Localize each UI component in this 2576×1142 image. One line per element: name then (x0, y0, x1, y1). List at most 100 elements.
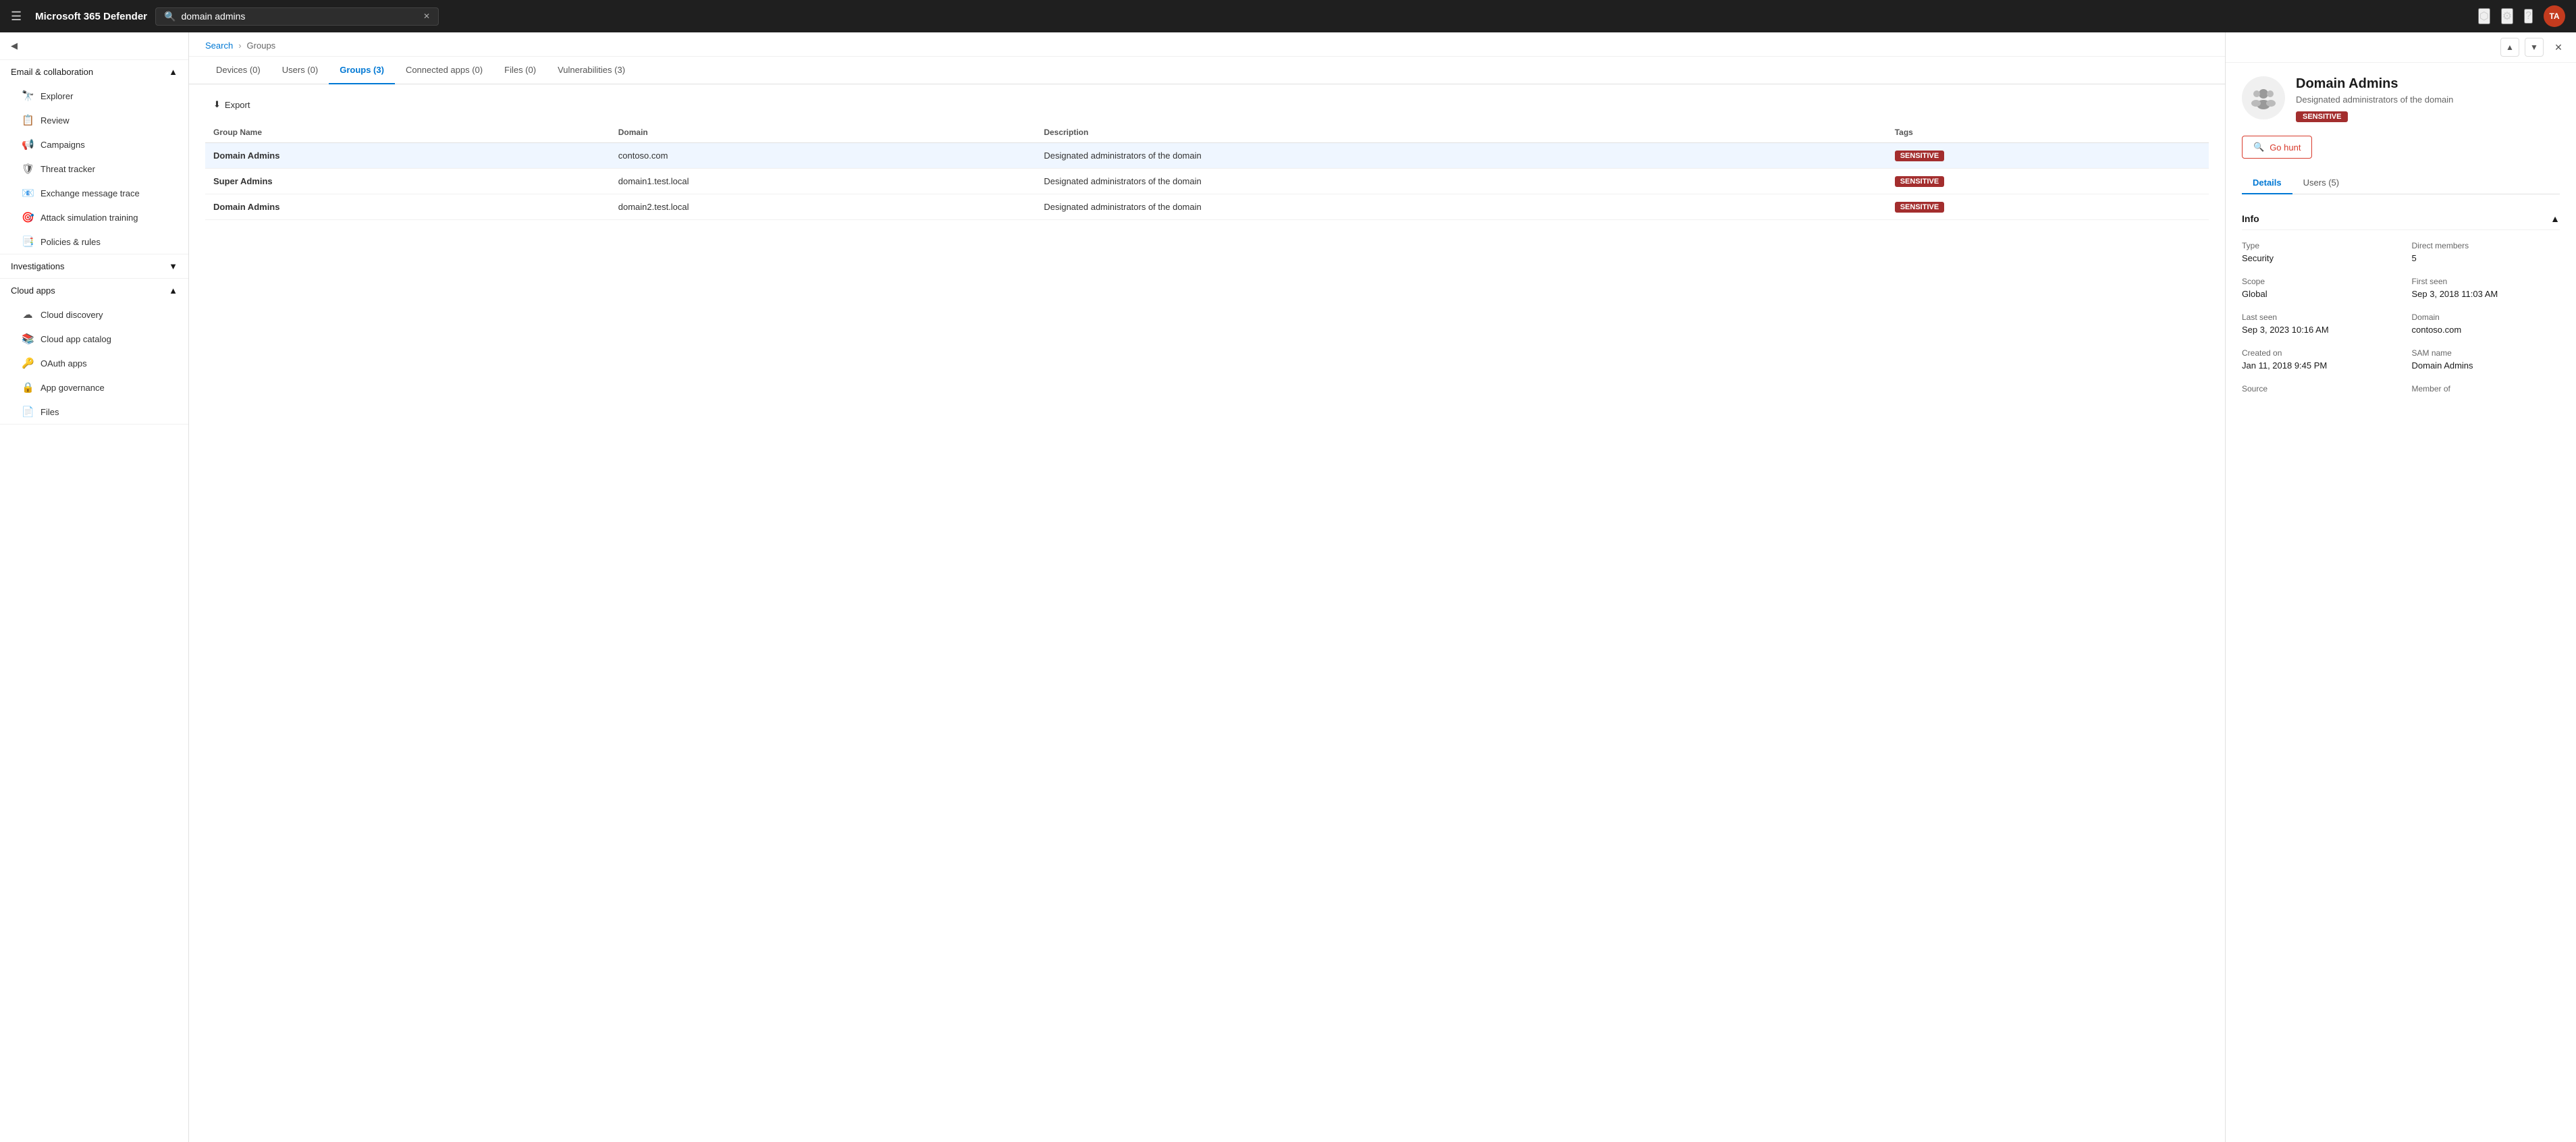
field-domain-label: Domain (2412, 312, 2560, 322)
sidebar-item-campaigns[interactable]: 📢 Campaigns (0, 132, 188, 157)
chevron-down-icon: ▼ (169, 261, 178, 271)
export-icon: ⬇ (213, 99, 221, 110)
field-sam-name: SAM name Domain Admins (2412, 348, 2560, 371)
cloud-discovery-icon: ☁ (22, 308, 34, 321)
breadcrumb-search[interactable]: Search (205, 40, 233, 51)
sidebar-collapse-btn[interactable]: ◀ (0, 32, 188, 60)
table-row[interactable]: Domain Admins domain2.test.local Designa… (205, 194, 2209, 220)
sidebar-item-threat-tracker[interactable]: 🛡 Threat tracker (0, 157, 188, 181)
field-last-seen: Last seen Sep 3, 2023 10:16 AM (2242, 312, 2390, 335)
col-group-name[interactable]: Group Name (205, 122, 610, 143)
threat-tracker-icon: 🛡 (22, 163, 34, 175)
detail-subtitle: Designated administrators of the domain (2296, 94, 2453, 105)
table-area: ⬇ Export Group Name Domain Description T… (189, 84, 2225, 1142)
sidebar-section-header-investigations[interactable]: Investigations ▼ (0, 254, 188, 278)
col-domain[interactable]: Domain (610, 122, 1036, 143)
col-tags[interactable]: Tags (1887, 122, 2209, 143)
go-hunt-icon: 🔍 (2253, 142, 2264, 153)
sidebar-item-cloud-app-catalog[interactable]: 📚 Cloud app catalog (0, 327, 188, 351)
detail-close-button[interactable]: ✕ (2549, 38, 2568, 57)
chevron-up-icon: ▲ (169, 67, 178, 77)
hamburger-menu[interactable]: ☰ (11, 9, 22, 24)
sidebar-item-label: Cloud app catalog (41, 334, 111, 344)
sidebar-item-explorer[interactable]: 🔭 Explorer (0, 84, 188, 108)
tab-users[interactable]: Users (0) (271, 57, 329, 84)
detail-next-button[interactable]: ▼ (2525, 38, 2544, 57)
breadcrumb-groups: Groups (247, 40, 276, 51)
sensitive-badge: SENSITIVE (1895, 151, 1944, 161)
detail-body: Domain Admins Designated administrators … (2226, 63, 2576, 1142)
tab-connected-apps[interactable]: Connected apps (0) (395, 57, 493, 84)
search-input[interactable] (181, 11, 418, 22)
sidebar-item-review[interactable]: 📋 Review (0, 108, 188, 132)
global-search-bar[interactable]: 🔍 ✕ (155, 7, 439, 26)
review-icon: 📋 (22, 114, 34, 126)
detail-panel: ▲ ▼ ✕ (2225, 32, 2576, 1142)
field-type-label: Type (2242, 241, 2390, 250)
field-created-on: Created on Jan 11, 2018 9:45 PM (2242, 348, 2390, 371)
help-icon[interactable]: ? (2524, 9, 2533, 24)
sidebar-section-header-email[interactable]: Email & collaboration ▲ (0, 60, 188, 84)
app-governance-icon: 🔒 (22, 381, 34, 393)
settings-icon[interactable]: ⚙ (2501, 8, 2513, 24)
sidebar-item-exchange-message-trace[interactable]: 📧 Exchange message trace (0, 181, 188, 205)
go-hunt-label: Go hunt (2270, 142, 2301, 153)
content-area: Search › Groups Devices (0) Users (0) Gr… (189, 32, 2576, 1142)
sidebar-item-label: Attack simulation training (41, 213, 138, 223)
table-row[interactable]: Super Admins domain1.test.local Designat… (205, 169, 2209, 194)
field-domain: Domain contoso.com (2412, 312, 2560, 335)
sidebar-item-oauth-apps[interactable]: 🔑 OAuth apps (0, 351, 188, 375)
tab-vulnerabilities[interactable]: Vulnerabilities (3) (547, 57, 636, 84)
sidebar-section-label-cloud-apps: Cloud apps (11, 286, 55, 296)
tab-devices[interactable]: Devices (0) (205, 57, 271, 84)
breadcrumb-separator: › (238, 40, 241, 51)
col-description[interactable]: Description (1036, 122, 1886, 143)
avatar[interactable]: TA (2544, 5, 2565, 27)
field-last-seen-value: Sep 3, 2023 10:16 AM (2242, 325, 2390, 335)
table-header: Group Name Domain Description Tags (205, 122, 2209, 143)
sidebar-item-app-governance[interactable]: 🔒 App governance (0, 375, 188, 400)
export-label: Export (225, 100, 250, 110)
sidebar-item-cloud-discovery[interactable]: ☁ Cloud discovery (0, 302, 188, 327)
cell-group-name: Domain Admins (205, 143, 610, 169)
collapse-icon: ◀ (11, 40, 18, 51)
field-scope: Scope Global (2242, 277, 2390, 299)
sidebar-item-policies-rules[interactable]: 📑 Policies & rules (0, 229, 188, 254)
sidebar-section-header-cloud-apps[interactable]: Cloud apps ▲ (0, 279, 188, 302)
app-title: Microsoft 365 Defender (35, 11, 147, 22)
sidebar-section-label-email: Email & collaboration (11, 67, 93, 77)
table-row[interactable]: Domain Admins contoso.com Designated adm… (205, 143, 2209, 169)
field-scope-label: Scope (2242, 277, 2390, 286)
field-first-seen-label: First seen (2412, 277, 2560, 286)
clear-search-icon[interactable]: ✕ (423, 11, 430, 21)
go-hunt-button[interactable]: 🔍 Go hunt (2242, 136, 2312, 159)
cell-group-name: Domain Admins (205, 194, 610, 220)
export-button[interactable]: ⬇ Export (205, 95, 258, 114)
detail-prev-button[interactable]: ▲ (2500, 38, 2519, 57)
files-icon: 📄 (22, 406, 34, 418)
cell-domain: domain1.test.local (610, 169, 1036, 194)
sidebar-section-cloud-apps: Cloud apps ▲ ☁ Cloud discovery 📚 Cloud a… (0, 279, 188, 425)
detail-tab-details[interactable]: Details (2242, 172, 2292, 194)
field-direct-members-label: Direct members (2412, 241, 2560, 250)
cell-domain: contoso.com (610, 143, 1036, 169)
sidebar: ◀ Email & collaboration ▲ 🔭 Explorer 📋 R… (0, 32, 189, 1142)
policies-icon: 📑 (22, 236, 34, 248)
main-layout: ◀ Email & collaboration ▲ 🔭 Explorer 📋 R… (0, 32, 2576, 1142)
sidebar-item-label: Exchange message trace (41, 188, 140, 198)
field-sam-name-label: SAM name (2412, 348, 2560, 358)
field-source-label: Source (2242, 384, 2390, 393)
tab-files[interactable]: Files (0) (493, 57, 547, 84)
info-section-header[interactable]: Info ▲ (2242, 208, 2560, 230)
sidebar-item-files[interactable]: 📄 Files (0, 400, 188, 424)
sidebar-section-label-investigations: Investigations (11, 261, 65, 271)
field-source: Source (2242, 384, 2390, 396)
detail-tab-users[interactable]: Users (5) (2292, 172, 2350, 194)
sidebar-item-label: Threat tracker (41, 164, 95, 174)
field-member-of-label: Member of (2412, 384, 2560, 393)
feedback-icon[interactable]: ⬡ (2478, 8, 2490, 24)
table-toolbar: ⬇ Export (205, 95, 2209, 114)
field-created-on-label: Created on (2242, 348, 2390, 358)
sidebar-item-attack-simulation-training[interactable]: 🎯 Attack simulation training (0, 205, 188, 229)
tab-groups[interactable]: Groups (3) (329, 57, 395, 84)
